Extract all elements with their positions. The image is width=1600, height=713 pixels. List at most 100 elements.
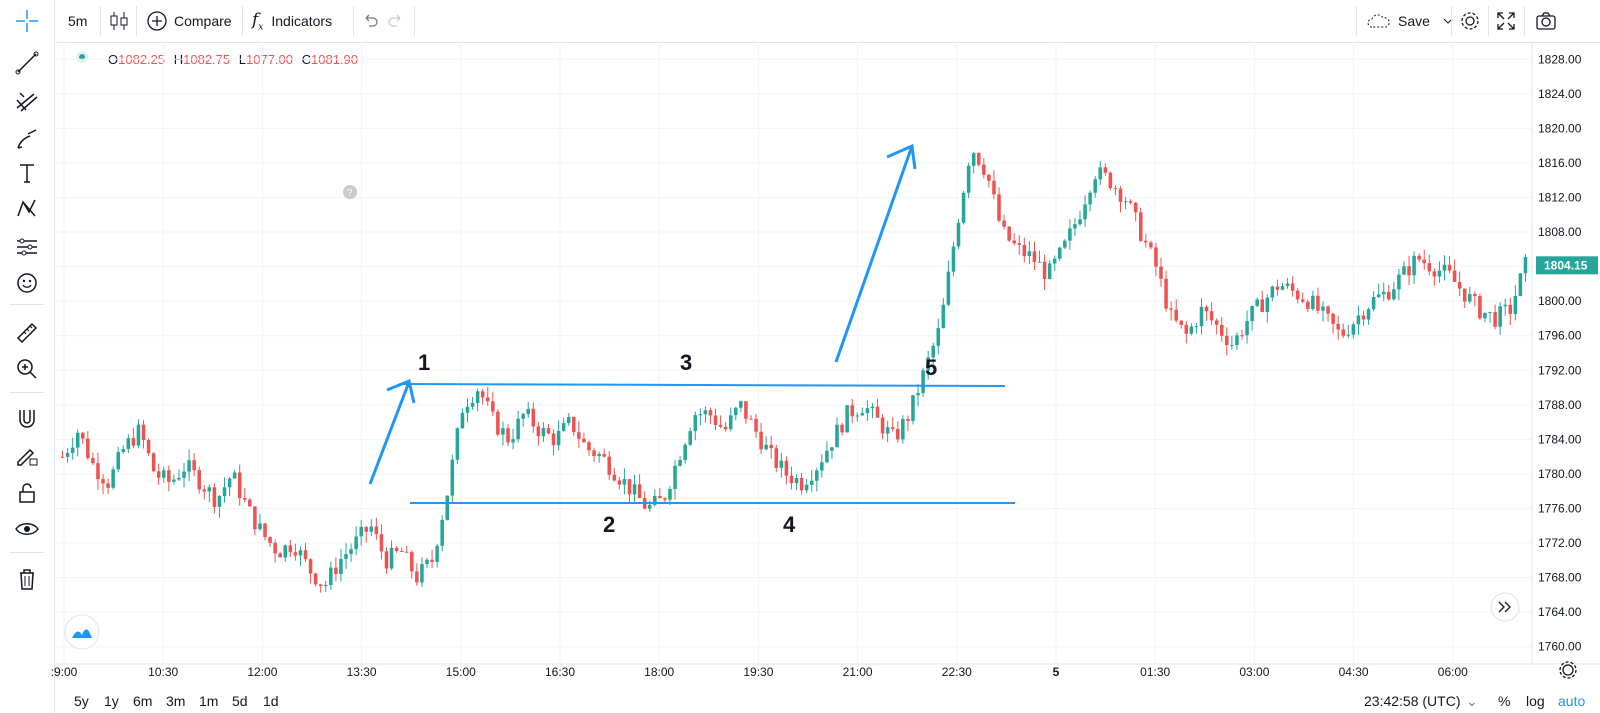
candle-body [551,433,556,446]
candle-body [784,460,789,476]
candle-body [192,460,196,471]
tradingview-logo-icon[interactable] [64,614,100,650]
price-tick-label: 1808.00 [1538,225,1582,239]
candle-body [126,438,131,450]
candle-body [197,470,201,490]
candle-body [384,551,389,569]
candle-body [1366,309,1371,320]
time-tick-label: 18:00 [644,665,674,679]
candle-body [1265,297,1270,312]
candle-body [526,408,531,415]
range-button-3m[interactable]: 3m [166,693,185,709]
candle-body [1417,255,1421,260]
candle-body [759,431,763,450]
auto-toggle[interactable]: auto [1558,693,1585,709]
candle-body [1225,335,1229,346]
candle-body [460,412,465,429]
candle-body [101,479,105,484]
candle-body [182,471,186,478]
range-button-1y[interactable]: 1y [104,693,119,709]
candle-body [1336,323,1340,330]
candle-body [450,459,455,496]
candle-body [1346,334,1351,336]
arrow-up-1[interactable] [368,378,416,485]
candle-body [956,222,961,247]
candle-body [572,416,576,433]
wave-label-4: 4 [783,512,796,537]
candle-body [172,479,176,482]
candle-body [723,426,728,430]
candle-body [830,447,834,451]
range-button-1d[interactable]: 1d [263,693,279,709]
candle-body [799,477,804,491]
candle-body [1149,242,1153,248]
time-tick-label: 01:30 [1140,665,1170,679]
candle-body [1032,251,1037,262]
price-tick-label: 1784.00 [1538,432,1582,446]
candle-body [1103,167,1108,173]
candle-body [430,559,434,562]
scroll-to-latest-icon[interactable] [1490,592,1520,622]
range-button-5d[interactable]: 5d [232,693,248,709]
candle-body [1437,270,1442,277]
percent-toggle[interactable]: % [1498,693,1510,709]
candle-body [121,449,126,453]
resistance-line[interactable] [402,383,1006,387]
candle-body [815,470,819,481]
candle-body [298,550,303,556]
tz-chevron[interactable]: ⌄ [1466,693,1478,710]
candle-body [1447,264,1452,271]
candle-body [1194,326,1199,328]
price-chart[interactable]: 1 2 3 4 5 1828.001824.001820.001816.0018… [0,0,1600,713]
wave-label-2: 2 [603,512,615,537]
candle-body [1402,266,1406,275]
candle-body [1306,301,1310,310]
range-button-6m[interactable]: 6m [133,693,152,709]
candle-body [566,416,571,424]
arrow-up-2[interactable] [834,143,917,363]
log-toggle[interactable]: log [1526,693,1545,709]
candle-body [804,484,809,491]
bottom-toolbar: 5y 1y 6m 3m 1m 5d 1d 23:42:58 (UTC) ⌄ % log au… [56,690,1600,713]
time-tick-label: 21:00 [843,665,873,679]
candle-body [708,410,713,416]
candle-body [521,414,525,419]
candle-body [1199,306,1204,327]
candle-body [561,423,566,431]
candle-body [1260,299,1265,312]
candle-body [1341,329,1346,336]
candle-body [678,459,682,466]
time-tick-label: 13:30 [347,665,377,679]
range-button-1m[interactable]: 1m [199,693,218,709]
time-tick-label: 5 [1053,665,1060,679]
candle-body [592,450,596,457]
candle-body [435,545,439,562]
candle-body [1280,286,1285,290]
candle-body [506,428,510,443]
candle-body [976,153,981,165]
candle-body [597,454,601,457]
time-tick-label: 04:30 [1339,665,1369,679]
candle-body [890,427,895,429]
candle-body [992,180,996,195]
candle-body [875,406,880,418]
candle-body [1250,305,1254,322]
help-glyph: ? [347,188,353,199]
candle-body [1144,240,1148,243]
candle-body [754,418,758,432]
candle-body [1483,312,1487,319]
candle-body [491,401,495,412]
candle-body [1300,299,1305,302]
price-tick-label: 1780.00 [1538,467,1582,481]
candle-body [136,424,141,446]
candle-body [1098,167,1103,180]
candle-body [941,304,946,329]
candle-body [485,397,490,402]
price-tick-label: 1796.00 [1538,329,1582,343]
candle-body [1022,244,1027,257]
candle-body [764,444,768,450]
candle-body [516,418,520,440]
candle-body [1068,228,1072,241]
candle-body [1427,263,1432,272]
range-button-5y[interactable]: 5y [74,693,89,709]
